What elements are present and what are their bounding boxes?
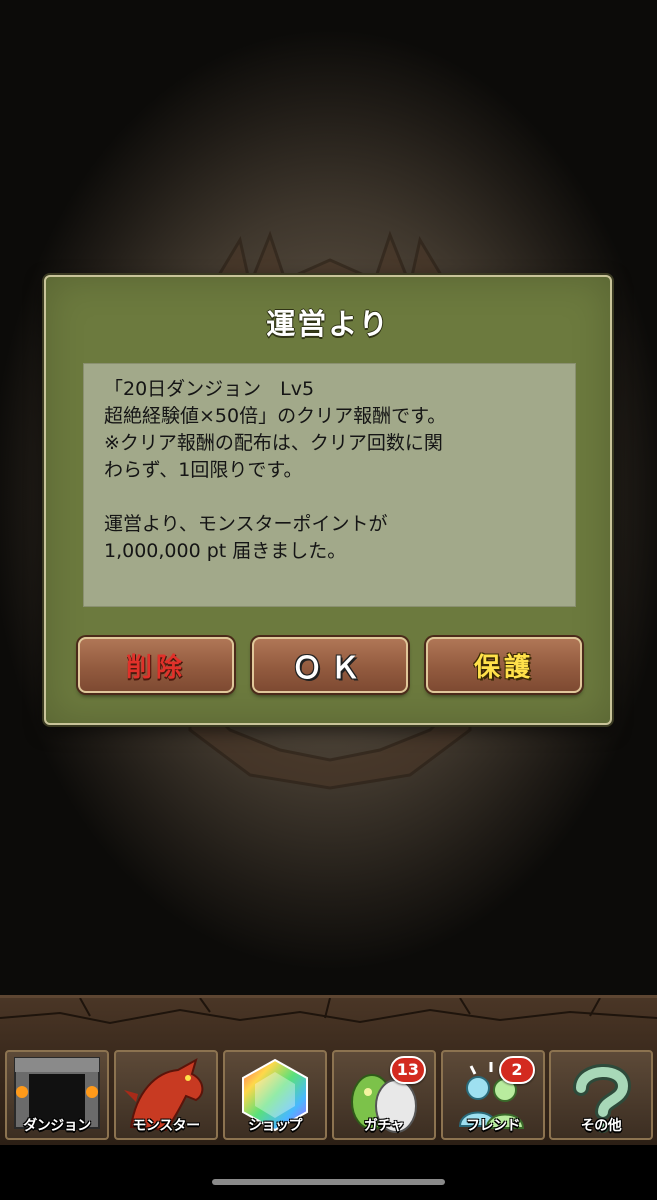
nav-gacha[interactable]: 13 ガチャ bbox=[332, 1050, 436, 1140]
message-line: ※クリア報酬の配布は、クリア回数に関 bbox=[104, 432, 443, 454]
protect-button[interactable]: 保護 bbox=[426, 637, 582, 693]
home-indicator[interactable] bbox=[212, 1179, 445, 1185]
message-line: 1,000,000 pt 届きました。 bbox=[104, 540, 347, 562]
notice-dialog: 運営より 「20日ダンジョン Lv5 超絶経験値×50倍」のクリア報酬です。 ※… bbox=[44, 275, 612, 725]
nav-label: ガチャ bbox=[363, 1118, 405, 1134]
nav-label: ショップ bbox=[248, 1118, 303, 1134]
nav-friend[interactable]: 2 フレンド bbox=[441, 1050, 545, 1140]
nav-shop[interactable]: ショップ bbox=[223, 1050, 327, 1140]
message-line: 運営より、モンスターポイントが bbox=[104, 513, 388, 535]
gacha-count-badge: 13 bbox=[389, 1056, 426, 1084]
nav-label: フレンド bbox=[466, 1118, 521, 1134]
nav-monster[interactable]: モンスター bbox=[114, 1050, 218, 1140]
game-background: 運営より 「20日ダンジョン Lv5 超絶経験値×50倍」のクリア報酬です。 ※… bbox=[0, 0, 657, 995]
message-box: 「20日ダンジョン Lv5 超絶経験値×50倍」のクリア報酬です。 ※クリア報酬… bbox=[83, 363, 576, 607]
message-line: わらず、1回限りです。 bbox=[104, 459, 303, 481]
nav-label: その他 bbox=[580, 1118, 622, 1134]
message-line: 「20日ダンジョン Lv5 bbox=[104, 378, 315, 400]
message-line: 超絶経験値×50倍」のクリア報酬です。 bbox=[104, 405, 447, 427]
ok-button[interactable]: ＯＫ bbox=[252, 637, 408, 693]
system-bar bbox=[0, 1145, 657, 1200]
nav-label: ダンジョン bbox=[23, 1118, 91, 1134]
dialog-title: 運営より bbox=[266, 307, 390, 341]
friend-count-badge: 2 bbox=[499, 1056, 535, 1084]
nav-label: モンスター bbox=[132, 1118, 200, 1134]
bottom-navigation: ダンジョン モンスター ショップ 13 ガチャ 2 フレンド その他 bbox=[0, 995, 657, 1145]
message-line bbox=[104, 484, 555, 511]
nav-others[interactable]: その他 bbox=[549, 1050, 653, 1140]
stone-wall-decoration bbox=[0, 998, 657, 1025]
nav-dungeon[interactable]: ダンジョン bbox=[5, 1050, 109, 1140]
delete-button[interactable]: 削除 bbox=[78, 637, 234, 693]
